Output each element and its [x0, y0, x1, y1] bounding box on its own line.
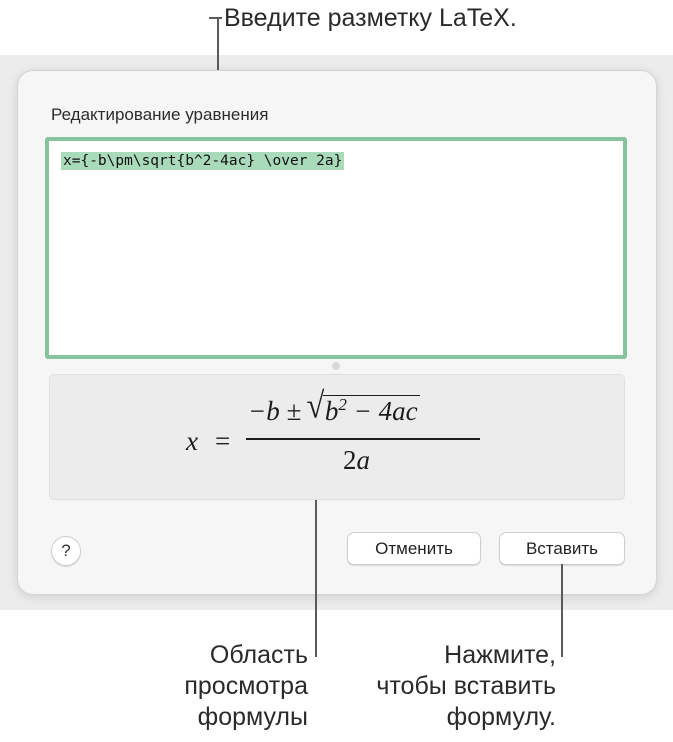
dialog-title: Редактирование уравнения [51, 105, 269, 124]
callout-leader-latex-h [209, 17, 222, 19]
callout-insert: Нажмите, чтобы вставить формулу. [316, 640, 556, 733]
equation-dialog: Редактирование уравнения x={-b\pm\sqrt{b… [17, 70, 657, 595]
help-button[interactable]: ? [51, 536, 81, 566]
latex-text[interactable]: x={-b\pm\sqrt{b^2-4ac} \over 2a} [61, 152, 345, 170]
rendered-formula: x = −b ± √b2 − 4ac 2a [186, 385, 486, 479]
callout-insert-line-3: формулу. [446, 703, 556, 731]
formula-numerator: −b ± √b2 − 4ac [248, 385, 420, 427]
callout-insert-line-2: чтобы вставить [376, 672, 556, 700]
latex-editor[interactable]: x={-b\pm\sqrt{b^2-4ac} \over 2a} [45, 137, 627, 359]
callout-leader-preview [315, 500, 317, 657]
callout-leader-insert [561, 564, 563, 657]
callout-latex-input: Введите разметку LaTeX. [224, 4, 517, 32]
formula-lhs: x [186, 426, 198, 456]
radicand-exponent: 2 [338, 395, 347, 414]
cancel-button[interactable]: Отменить [347, 532, 481, 565]
formula-equals: = [215, 426, 231, 456]
radicand-rest: − 4ac [346, 396, 418, 426]
callout-preview-line-2: просмотра [184, 672, 308, 700]
numerator-prefix: −b ± [248, 396, 309, 426]
callout-preview-area: Область просмотра формулы [120, 640, 308, 733]
radicand-base: b [324, 396, 339, 426]
insert-button[interactable]: Вставить [499, 532, 625, 565]
callout-preview-line-3: формулы [197, 703, 308, 731]
radicand: b2 − 4ac [322, 395, 420, 426]
fraction-bar [246, 438, 480, 440]
resize-handle[interactable] [332, 362, 340, 370]
callout-preview-line-1: Область [209, 641, 308, 669]
denominator-variable: a [356, 445, 371, 475]
denominator-coefficient: 2 [343, 445, 357, 475]
sqrt-symbol: √ [306, 385, 325, 426]
callout-insert-line-1: Нажмите, [444, 641, 556, 669]
formula-denominator: 2a [343, 445, 370, 476]
formula-preview: x = −b ± √b2 − 4ac 2a [49, 374, 625, 500]
